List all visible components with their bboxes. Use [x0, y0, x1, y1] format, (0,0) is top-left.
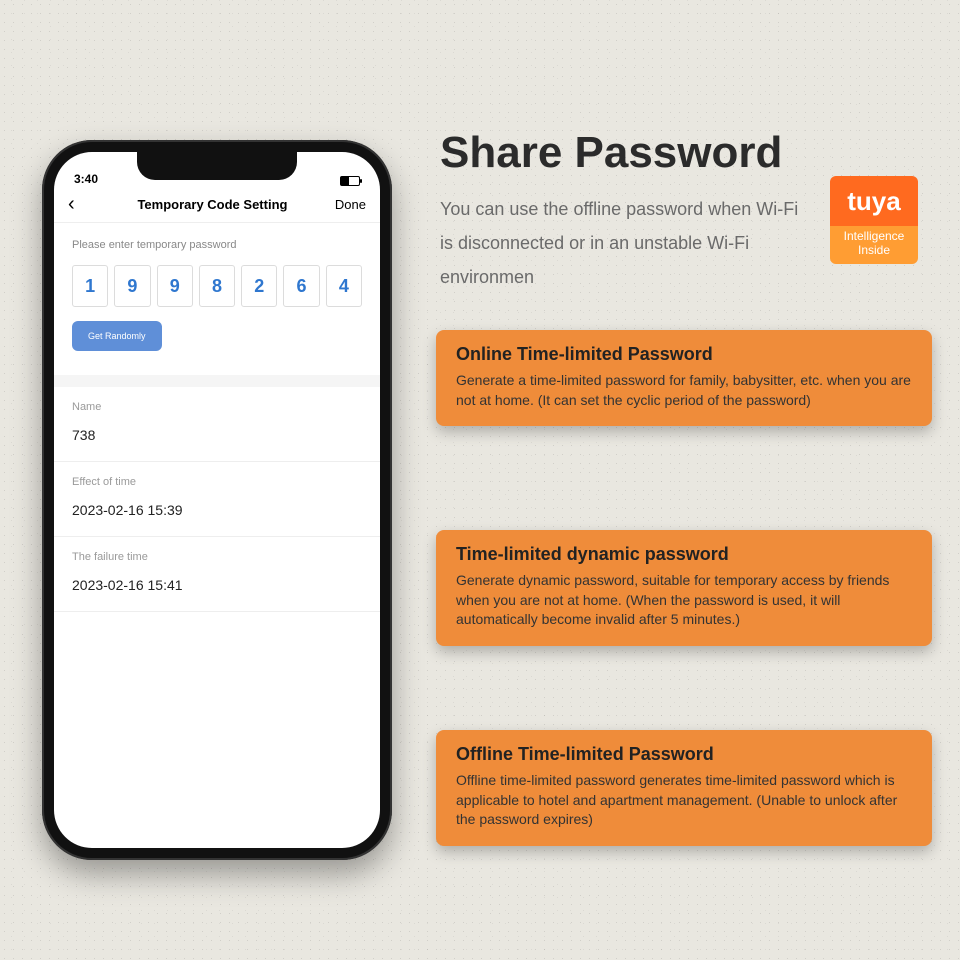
card-body: Offline time-limited password generates …: [456, 771, 912, 830]
failure-row[interactable]: The failure time 2023-02-16 15:41: [54, 537, 380, 597]
battery-icon: [340, 176, 360, 186]
code-input-row: 1 9 9 8 2 6 4: [72, 265, 362, 307]
get-randomly-button[interactable]: Get Randomly: [72, 321, 162, 351]
name-label: Name: [72, 401, 362, 413]
effect-row[interactable]: Effect of time 2023-02-16 15:39: [54, 462, 380, 522]
password-section: Please enter temporary password 1 9 9 8 …: [54, 223, 380, 357]
section-gap: [54, 375, 380, 387]
code-digit[interactable]: 2: [241, 265, 277, 307]
tuya-tagline: Intelligence Inside: [830, 226, 918, 264]
divider: [54, 611, 380, 612]
card-title: Time-limited dynamic password: [456, 544, 912, 565]
card-title: Offline Time-limited Password: [456, 744, 912, 765]
failure-label: The failure time: [72, 551, 362, 563]
phone-screen: 3:40 ‹ Temporary Code Setting Done Pleas…: [54, 152, 380, 848]
password-prompt: Please enter temporary password: [72, 239, 362, 251]
card-body: Generate a time-limited password for fam…: [456, 371, 912, 410]
code-digit[interactable]: 9: [157, 265, 193, 307]
code-digit[interactable]: 6: [283, 265, 319, 307]
headline-desc: You can use the offline password when Wi…: [440, 192, 800, 295]
code-digit[interactable]: 8: [199, 265, 235, 307]
feature-card-offline: Offline Time-limited Password Offline ti…: [436, 730, 932, 846]
name-row[interactable]: Name 738: [54, 387, 380, 447]
effect-label: Effect of time: [72, 476, 362, 488]
code-digit[interactable]: 4: [326, 265, 362, 307]
nav-bar: ‹ Temporary Code Setting Done: [54, 188, 380, 222]
feature-card-dynamic: Time-limited dynamic password Generate d…: [436, 530, 932, 646]
back-icon[interactable]: ‹: [68, 194, 90, 214]
card-body: Generate dynamic password, suitable for …: [456, 571, 912, 630]
page-title: Temporary Code Setting: [90, 197, 335, 212]
tuya-tagline-1: Intelligence: [844, 229, 905, 243]
feature-card-online: Online Time-limited Password Generate a …: [436, 330, 932, 426]
phone-mockup: 3:40 ‹ Temporary Code Setting Done Pleas…: [42, 140, 392, 860]
headline-title: Share Password: [440, 128, 920, 178]
tuya-badge: tuya Intelligence Inside: [830, 176, 918, 264]
done-button[interactable]: Done: [335, 197, 366, 212]
card-title: Online Time-limited Password: [456, 344, 912, 365]
name-value: 738: [72, 427, 362, 443]
status-time: 3:40: [74, 172, 98, 186]
phone-notch: [137, 152, 297, 180]
tuya-tagline-2: Inside: [858, 243, 890, 257]
code-digit[interactable]: 9: [114, 265, 150, 307]
tuya-logo: tuya: [830, 176, 918, 226]
failure-value: 2023-02-16 15:41: [72, 577, 362, 593]
code-digit[interactable]: 1: [72, 265, 108, 307]
effect-value: 2023-02-16 15:39: [72, 502, 362, 518]
